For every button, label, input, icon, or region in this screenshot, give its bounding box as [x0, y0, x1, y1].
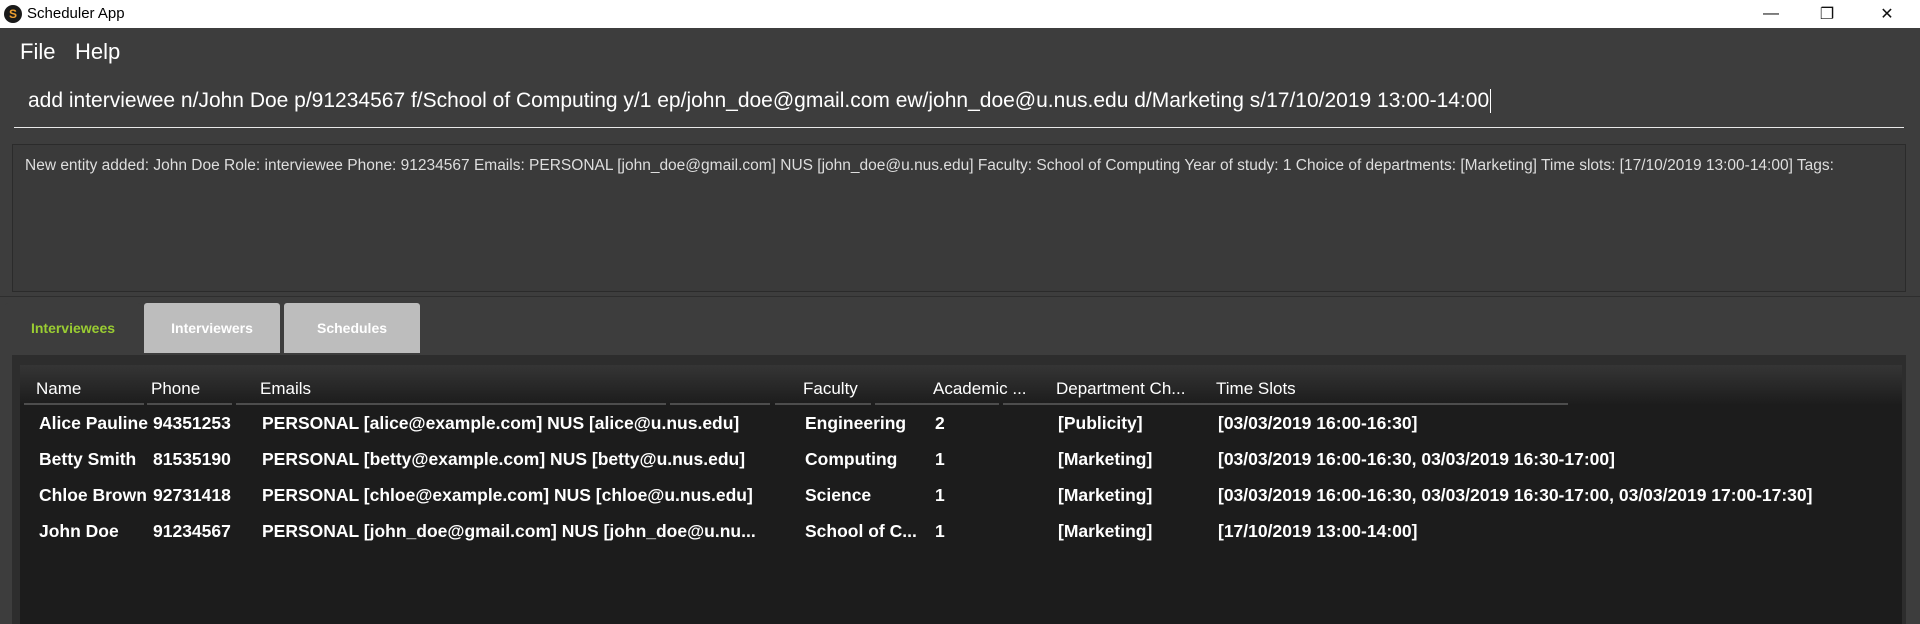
cell-name: Chloe Brown: [39, 485, 147, 505]
cell-emails: PERSONAL [betty@example.com] NUS [betty@…: [262, 449, 746, 469]
title-bar: S Scheduler App — ❐ ✕: [0, 0, 1920, 28]
header-divider: [875, 403, 999, 405]
interviewees-table: Name Phone Emails Faculty Academic ... D…: [20, 365, 1902, 624]
header-time-slots[interactable]: Time Slots: [1216, 379, 1416, 399]
restore-icon: ❐: [1819, 6, 1835, 23]
tab-schedules[interactable]: Schedules: [284, 303, 420, 353]
tab-interviewees[interactable]: Interviewees: [5, 303, 141, 353]
menu-file[interactable]: File: [20, 39, 55, 65]
header-divider: [24, 403, 144, 405]
cell-department: [Marketing]: [1058, 449, 1153, 469]
header-emails[interactable]: Emails: [260, 379, 660, 399]
header-phone[interactable]: Phone: [151, 379, 251, 399]
cell-time-slots: [03/03/2019 16:00-16:30]: [1218, 413, 1418, 433]
header-divider: [1003, 403, 1568, 405]
minimize-icon: —: [1763, 5, 1779, 22]
app-icon: S: [4, 5, 22, 23]
cell-phone: 81535190: [153, 449, 231, 469]
command-box: add interviewee n/John Doe p/91234567 f/…: [0, 74, 1920, 132]
cell-faculty: Science: [805, 485, 872, 505]
cell-academic: 1: [935, 521, 945, 541]
header-department[interactable]: Department Ch...: [1056, 379, 1196, 399]
cell-academic: 1: [935, 485, 945, 505]
cell-phone: 91234567: [153, 521, 231, 541]
cell-time-slots: [03/03/2019 16:00-16:30, 03/03/2019 16:3…: [1218, 449, 1615, 469]
cell-department: [Marketing]: [1058, 485, 1153, 505]
header-divider: [775, 403, 871, 405]
command-text: add interviewee n/John Doe p/91234567 f/…: [28, 89, 1490, 112]
table-row[interactable]: Alice Pauline 94351253 PERSONAL [alice@e…: [20, 407, 1902, 443]
header-name[interactable]: Name: [36, 379, 154, 399]
text-caret: [1490, 89, 1492, 114]
tab-content: Name Phone Emails Faculty Academic ... D…: [12, 355, 1906, 624]
cell-time-slots: [03/03/2019 16:00-16:30, 03/03/2019 16:3…: [1218, 485, 1813, 505]
table-row[interactable]: Chloe Brown 92731418 PERSONAL [chloe@exa…: [20, 479, 1902, 515]
cell-academic: 2: [935, 413, 945, 433]
cell-time-slots: [17/10/2019 13:00-14:00]: [1218, 521, 1418, 541]
header-academic[interactable]: Academic ...: [933, 379, 1043, 399]
tab-interviewers[interactable]: Interviewers: [144, 303, 280, 353]
cell-name: Alice Pauline: [39, 413, 148, 433]
cell-phone: 92731418: [153, 485, 231, 505]
cell-department: [Marketing]: [1058, 521, 1153, 541]
table-row[interactable]: John Doe 91234567 PERSONAL [john_doe@gma…: [20, 515, 1902, 551]
close-icon: ✕: [1880, 6, 1894, 23]
window-title: Scheduler App: [27, 5, 125, 22]
header-divider: [236, 403, 666, 405]
cell-department: [Publicity]: [1058, 413, 1143, 433]
result-display: New entity added: John Doe Role: intervi…: [12, 144, 1906, 292]
cell-faculty: Engineering: [805, 413, 907, 433]
cell-faculty: School of C...: [805, 521, 917, 541]
result-message: New entity added: John Doe Role: intervi…: [25, 157, 1834, 174]
menu-bar: File Help: [0, 28, 1920, 74]
command-input[interactable]: add interviewee n/John Doe p/91234567 f/…: [14, 74, 1904, 128]
cell-emails: PERSONAL [chloe@example.com] NUS [chloe@…: [262, 485, 753, 505]
header-divider: [147, 403, 232, 405]
table-header: Name Phone Emails Faculty Academic ... D…: [20, 365, 1902, 405]
menu-help[interactable]: Help: [75, 39, 120, 65]
list-panel: Interviewees Interviewers Schedules Name…: [0, 296, 1920, 624]
close-button[interactable]: ✕: [1864, 0, 1910, 28]
minimize-button[interactable]: —: [1748, 0, 1794, 28]
header-divider: [670, 403, 770, 405]
cell-name: John Doe: [39, 521, 119, 541]
table-row[interactable]: Betty Smith 81535190 PERSONAL [betty@exa…: [20, 443, 1902, 479]
restore-button[interactable]: ❐: [1804, 0, 1850, 28]
cell-faculty: Computing: [805, 449, 898, 469]
cell-academic: 1: [935, 449, 945, 469]
cell-phone: 94351253: [153, 413, 231, 433]
cell-emails: PERSONAL [alice@example.com] NUS [alice@…: [262, 413, 740, 433]
cell-name: Betty Smith: [39, 449, 137, 469]
cell-emails: PERSONAL [john_doe@gmail.com] NUS [john_…: [262, 521, 756, 541]
header-faculty[interactable]: Faculty: [803, 379, 913, 399]
